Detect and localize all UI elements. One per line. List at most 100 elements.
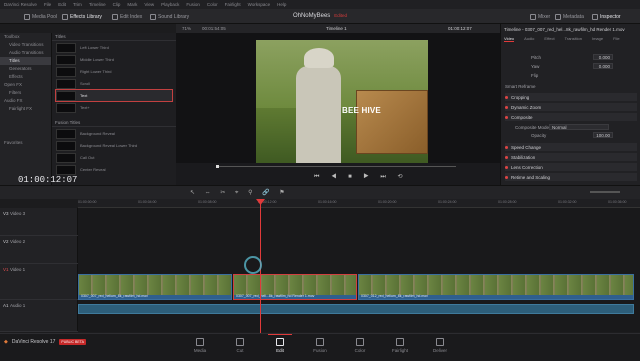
title-thumbnail xyxy=(56,102,76,113)
page-bar: Media Cut Edit Fusion Color Fairlight De… xyxy=(0,333,640,360)
page-fairlight[interactable]: Fairlight xyxy=(380,334,420,361)
sidebar-item-open-fx[interactable]: Open FX xyxy=(0,81,51,89)
beekeeper xyxy=(286,48,341,163)
sidebar-favorites[interactable]: Favorites xyxy=(0,139,51,147)
title-thumbnail xyxy=(56,54,76,65)
menu-item[interactable]: Fairlight xyxy=(225,2,241,7)
timeline-name[interactable]: Timeline 1 xyxy=(326,26,347,31)
inspector-tabs: Video Audio Effect Transition Image File xyxy=(504,36,620,42)
transport-controls[interactable]: ⏮ ◀ ■ ▶ ⏭ ⟲ xyxy=(314,173,408,181)
title-overlay-text[interactable]: BEE HIVE xyxy=(342,106,381,115)
tab-audio[interactable]: Audio xyxy=(524,36,534,42)
tab-image[interactable]: Image xyxy=(592,36,603,42)
effects-sidebar: Toolbox Video Transitions Audio Transiti… xyxy=(0,33,51,185)
track-header-a1[interactable]: A1 Audio 1 xyxy=(0,300,78,332)
title-item[interactable]: Call Out xyxy=(56,152,172,163)
media-icon xyxy=(196,338,204,346)
enable-dot-icon[interactable] xyxy=(505,115,508,119)
section-composite[interactable]: Composite xyxy=(505,113,637,121)
pitch-field[interactable]: 0.000 xyxy=(593,54,613,60)
zoom-slider[interactable] xyxy=(590,191,620,193)
menu-item[interactable]: Help xyxy=(277,2,286,7)
sidebar-item-video-transitions[interactable]: Video Transitions xyxy=(0,41,51,49)
deliver-icon xyxy=(436,338,444,346)
page-deliver[interactable]: Deliver xyxy=(420,334,460,361)
menu-item[interactable]: Mark xyxy=(127,2,137,7)
section-retime-scaling[interactable]: Retime and Scaling xyxy=(505,173,637,181)
menu-item[interactable]: DaVinci Resolve xyxy=(4,2,37,7)
timeline-tracks[interactable]: 0307_007_red_helium_8k_rawfilm_hd.mov 03… xyxy=(78,208,640,332)
title-item[interactable]: Background Reveal Lower Third xyxy=(56,140,172,151)
edit-tools[interactable]: ↖ ⇔ ✂ ⌖ ⚲ 🔗 ⚑ xyxy=(190,189,289,197)
track-header-v2[interactable]: V2 Video 2 xyxy=(0,236,78,264)
video-clip[interactable]: 0307_012_red_helium_8k_rawfilm_hd.mov xyxy=(358,274,634,300)
menu-item[interactable]: File xyxy=(44,2,51,7)
zoom-level[interactable]: 71% xyxy=(182,26,191,31)
tab-file[interactable]: File xyxy=(613,36,619,42)
enable-dot-icon[interactable] xyxy=(505,175,508,179)
tab-effect[interactable]: Effect xyxy=(544,36,554,42)
composite-mode-select[interactable]: Normal xyxy=(549,124,609,130)
enable-dot-icon[interactable] xyxy=(505,165,508,169)
video-clip[interactable]: 0307_007_red_helium_8k_rawfilm_hd.mov xyxy=(78,274,232,300)
page-color[interactable]: Color xyxy=(340,334,380,361)
scrub-handle[interactable] xyxy=(216,165,219,168)
enable-dot-icon[interactable] xyxy=(505,95,508,99)
menu-item[interactable]: Playback xyxy=(161,2,179,7)
section-cropping[interactable]: Cropping xyxy=(505,93,637,101)
page-fusion[interactable]: Fusion xyxy=(300,334,340,361)
tab-video[interactable]: Video xyxy=(504,36,515,42)
resolve-logo-icon: ◆ xyxy=(4,339,8,345)
sidebar-item-audio-transitions[interactable]: Audio Transitions xyxy=(0,49,51,57)
menu-item[interactable]: Timeline xyxy=(89,2,106,7)
sidebar-item-audio-fx[interactable]: Audio FX xyxy=(0,97,51,105)
page-media[interactable]: Media xyxy=(180,334,220,361)
track-header-v3[interactable]: V3 Video 3 xyxy=(0,208,78,236)
ruler-tick: 01:00:16:00 xyxy=(318,200,337,204)
track-header-v1[interactable]: V1 Video 1 xyxy=(0,264,78,300)
title-item[interactable]: Middle Lower Third xyxy=(56,54,172,65)
viewer-header: 71% 00:01:54:05 Timeline 1 01:00:12:07 xyxy=(176,24,500,33)
enable-dot-icon[interactable] xyxy=(505,145,508,149)
menu-item[interactable]: Trim xyxy=(73,2,82,7)
title-item[interactable]: Text+ xyxy=(56,102,172,113)
timeline-ruler[interactable]: 01:00:00:00 01:00:04:00 01:00:08:00 01:0… xyxy=(78,199,640,208)
title-item[interactable]: Left Lower Third xyxy=(56,42,172,53)
section-speed-change[interactable]: Speed Change xyxy=(505,143,637,151)
sidebar-item-effects[interactable]: Effects xyxy=(0,73,51,81)
title-item[interactable]: Scroll xyxy=(56,78,172,89)
section-smart-reframe[interactable]: Smart Reframe xyxy=(505,82,637,90)
page-edit[interactable]: Edit xyxy=(260,334,300,361)
sidebar-item-fairlight-fx[interactable]: Fairlight FX xyxy=(0,105,51,113)
sidebar-item-toolbox[interactable]: Toolbox xyxy=(0,33,51,41)
page-cut[interactable]: Cut xyxy=(220,334,260,361)
clip-thumbnails xyxy=(234,275,356,295)
menu-item[interactable]: Clip xyxy=(113,2,121,7)
yaw-field[interactable]: 0.000 xyxy=(593,63,613,69)
ruler-tick: 01:00:24:00 xyxy=(438,200,457,204)
menu-item[interactable]: Color xyxy=(207,2,218,7)
section-dynamic-zoom[interactable]: Dynamic Zoom xyxy=(505,103,637,111)
menu-item[interactable]: Fusion xyxy=(186,2,200,7)
ruler-tick: 01:00:28:00 xyxy=(498,200,517,204)
menu-item[interactable]: Edit xyxy=(58,2,66,7)
sidebar-item-filters[interactable]: Filters xyxy=(0,89,51,97)
title-item[interactable]: Background Reveal xyxy=(56,128,172,139)
sidebar-item-titles[interactable]: Titles xyxy=(0,57,51,65)
title-item[interactable]: Center Reveal xyxy=(56,164,172,175)
enable-dot-icon[interactable] xyxy=(505,155,508,159)
audio-clip[interactable] xyxy=(78,304,634,314)
sidebar-item-generators[interactable]: Generators xyxy=(0,65,51,73)
menu-item[interactable]: View xyxy=(144,2,154,7)
scrub-bar[interactable] xyxy=(216,166,456,167)
menu-item[interactable]: Workspace xyxy=(248,2,270,7)
title-item[interactable]: Right Lower Third xyxy=(56,66,172,77)
tab-transition[interactable]: Transition xyxy=(565,36,582,42)
section-lens-correction[interactable]: Lens Correction xyxy=(505,163,637,171)
opacity-row: Opacity xyxy=(531,132,547,138)
opacity-field[interactable]: 100.00 xyxy=(593,132,613,138)
section-stabilization[interactable]: Stabilization xyxy=(505,153,637,161)
title-item-selected[interactable]: Text xyxy=(55,89,173,102)
enable-dot-icon[interactable] xyxy=(505,105,508,109)
video-clip-selected[interactable]: 0307_007_red_heli...8k_rawfilm_hd Render… xyxy=(233,274,357,300)
